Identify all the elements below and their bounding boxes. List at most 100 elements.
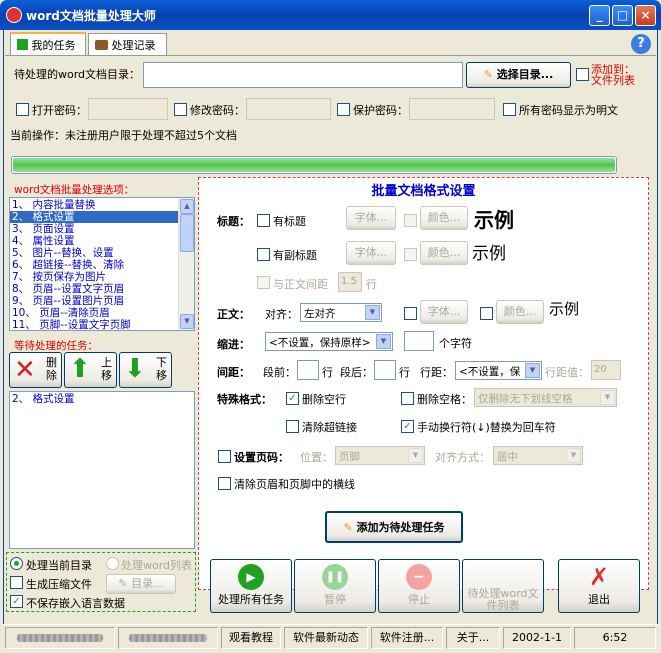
page-num-checkbox[interactable]: [218, 450, 231, 463]
spacing-before-label: 段前：: [263, 366, 296, 379]
options-scrollbar[interactable]: ▲ ▼: [178, 198, 194, 330]
body-color-checkbox[interactable]: [480, 307, 493, 320]
scroll-up-icon[interactable]: ▲: [180, 199, 194, 214]
has-title-checkbox[interactable]: [257, 214, 270, 227]
subtitle-color-button[interactable]: 颜色...: [420, 241, 468, 265]
close-button[interactable]: ×: [635, 5, 656, 26]
about-link[interactable]: 关于...: [446, 627, 500, 649]
register-link[interactable]: 软件注册...: [371, 627, 443, 649]
list-item[interactable]: 6、 超链接--替换、清除: [10, 259, 194, 271]
scroll-down-icon[interactable]: ▼: [180, 314, 194, 329]
tab-my-tasks[interactable]: 我的任务: [10, 32, 86, 56]
stop-button[interactable]: − 停止: [378, 559, 460, 613]
delete-spaces-select[interactable]: 仅删除无下划线空格 ▼: [474, 388, 617, 407]
exit-button[interactable]: ✗ 退出: [558, 559, 640, 613]
format-panel: 批量文档格式设置 标题： 有标题 字体... 颜色... 示例 有副标题 字体.…: [198, 177, 649, 590]
list-item[interactable]: 3、 页面设置: [10, 223, 194, 235]
status-cell-blurred: [5, 627, 115, 649]
title-spacing-checkbox[interactable]: [257, 276, 270, 289]
arrow-down-icon: ⬇: [124, 354, 146, 384]
title-font-button[interactable]: 字体...: [346, 206, 396, 230]
special-format-label: 特殊格式：: [217, 393, 272, 406]
modify-password-input[interactable]: [246, 98, 331, 120]
no-embed-lang-label: 不保存嵌入语言数据: [26, 597, 125, 610]
status-date: 2002-1-1: [503, 627, 571, 649]
list-item[interactable]: 2、 格式设置: [10, 393, 194, 405]
indent-select[interactable]: <不设置，保持原样> ▼: [265, 332, 393, 351]
clear-header-line-label: 清除页眉和页脚中的横线: [234, 478, 355, 491]
list-item[interactable]: 5、 图片--替换、设置: [10, 247, 194, 259]
spacing-after-input[interactable]: [374, 360, 396, 380]
spacing-before-input[interactable]: [297, 360, 319, 380]
spacing-label: 间距：: [217, 366, 250, 379]
pending-list[interactable]: 2、 格式设置: [9, 391, 195, 549]
options-list[interactable]: 1、 内容批量替换 2、 格式设置 3、 页面设置 4、 属性设置 5、 图片--替换、…: [9, 197, 195, 331]
delete-spaces-checkbox[interactable]: [401, 392, 414, 405]
move-up-button[interactable]: ⬆ 上移: [64, 352, 117, 388]
list-item[interactable]: 8、 页眉--设置文字页眉: [10, 283, 194, 295]
title-color-button[interactable]: 颜色...: [420, 206, 468, 230]
tutorial-link[interactable]: 观看教程: [221, 627, 281, 649]
list-icon: 待处理word文件列表: [467, 587, 539, 612]
news-link[interactable]: 软件最新动态: [284, 627, 368, 649]
subtitle-font-button[interactable]: 字体...: [346, 241, 396, 265]
chevron-down-icon: ▼: [600, 390, 615, 405]
list-item[interactable]: 10、 页眉--清除页眉: [10, 307, 194, 319]
list-item[interactable]: 4、 属性设置: [10, 235, 194, 247]
gen-zip-checkbox[interactable]: [10, 576, 23, 589]
body-font-button[interactable]: 字体...: [420, 300, 468, 324]
open-password-label: 打开密码：: [32, 104, 87, 117]
list-item[interactable]: 11、 页脚--设置文字页脚: [10, 319, 194, 331]
page-num-align-select[interactable]: 居中 ▼: [493, 446, 583, 465]
select-dir-button[interactable]: ✎ 选择目录...: [466, 62, 571, 88]
show-plain-checkbox[interactable]: [503, 103, 516, 116]
open-password-checkbox[interactable]: [16, 103, 29, 116]
line-value-input[interactable]: 20: [591, 360, 621, 380]
play-icon: [17, 39, 28, 50]
protect-password-input[interactable]: [409, 98, 495, 120]
tab-history[interactable]: 处理记录: [88, 33, 167, 55]
add-to-list-checkbox[interactable]: [576, 68, 589, 81]
list-item[interactable]: 1、 内容批量替换: [10, 199, 194, 211]
title-sample: 示例: [474, 208, 514, 232]
move-down-button[interactable]: ⬇ 下移: [119, 352, 172, 388]
no-embed-lang-checkbox[interactable]: ✓: [10, 595, 23, 608]
indent-label: 缩进：: [217, 338, 250, 351]
list-item[interactable]: 7、 按页保存为图片: [10, 271, 194, 283]
delete-empty-lines-label: 删除空行: [302, 393, 346, 406]
has-subtitle-checkbox[interactable]: [257, 248, 270, 261]
current-dir-radio[interactable]: [10, 557, 23, 570]
list-item[interactable]: 9、 页眉--设置图片页眉: [10, 295, 194, 307]
maximize-button[interactable]: □: [612, 5, 633, 26]
page-num-position-select[interactable]: 页脚 ▼: [335, 446, 425, 465]
delete-button[interactable]: ✕ 删除: [9, 352, 62, 388]
help-icon[interactable]: ?: [631, 34, 651, 54]
delete-empty-lines-checkbox[interactable]: ✓: [286, 392, 299, 405]
list-item[interactable]: 2、 格式设置: [10, 211, 194, 223]
clear-links-checkbox[interactable]: [286, 420, 299, 433]
options-title: word文档批量处理选项：: [14, 184, 135, 196]
pause-button[interactable]: ❚❚ 暂停: [294, 559, 376, 613]
body-align-select[interactable]: 左对齐 ▼: [300, 303, 382, 322]
modify-password-checkbox[interactable]: [174, 103, 187, 116]
word-list-radio[interactable]: [106, 557, 119, 570]
title-spacing-input[interactable]: 1.5: [338, 272, 362, 292]
minimize-button[interactable]: _: [589, 5, 610, 26]
title-color-checkbox[interactable]: [404, 214, 417, 227]
line-spacing-select[interactable]: <不设置，保 ▼: [455, 361, 542, 380]
add-task-button[interactable]: ✎ 添加为待处理任务: [325, 511, 463, 543]
zip-dir-button[interactable]: ✎ 目录...: [106, 574, 176, 594]
scroll-thumb[interactable]: [180, 214, 194, 252]
protect-password-checkbox[interactable]: [337, 103, 350, 116]
pending-list-button[interactable]: 待处理word文件列表: [462, 559, 544, 613]
manual-break-checkbox[interactable]: ✓: [401, 420, 414, 433]
delete-icon: ✕: [14, 355, 36, 385]
body-font-checkbox[interactable]: [404, 307, 417, 320]
clear-header-line-checkbox[interactable]: [218, 477, 231, 490]
indent-chars-input[interactable]: [404, 331, 434, 351]
doc-dir-input[interactable]: [143, 62, 463, 88]
open-password-input[interactable]: [88, 98, 168, 120]
process-all-button[interactable]: ▶ 处理所有任务: [210, 559, 292, 613]
body-color-button[interactable]: 颜色...: [496, 300, 544, 324]
subtitle-color-checkbox[interactable]: [404, 248, 417, 261]
